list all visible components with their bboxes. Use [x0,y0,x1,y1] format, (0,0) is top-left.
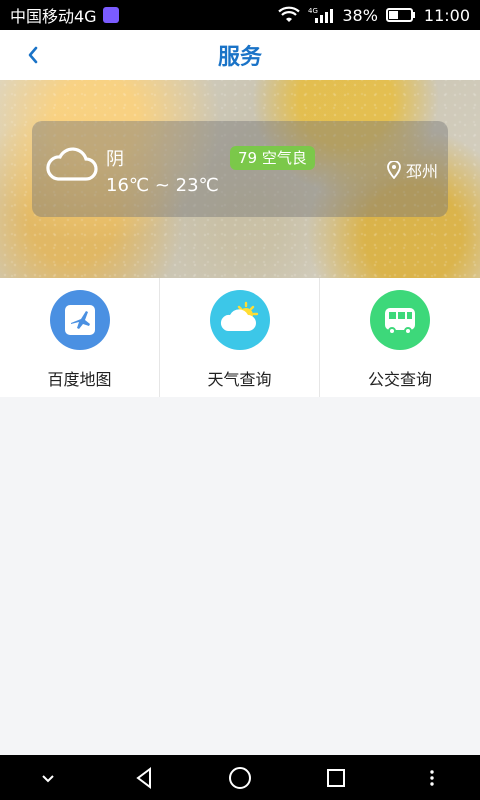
wifi-icon [278,6,301,24]
service-tile-bus[interactable]: 公交查询 [320,278,480,397]
signal-icon: 4G [308,6,334,24]
weather-card[interactable]: 阴 16℃ ~ 23℃ 79 空气良 邳州 [32,121,448,217]
location-pin-icon [387,161,401,179]
service-label: 天气查询 [207,370,272,389]
weather-text: 阴 16℃ ~ 23℃ [106,147,219,199]
bus-icon [385,308,415,335]
recent-square-icon [327,768,345,787]
menu-dots-icon [430,769,434,786]
location-name: 邳州 [405,162,438,181]
down-chevron-icon [42,774,54,782]
system-icons: 4G 38% 11:00 [278,6,470,25]
service-icon-background [209,290,270,350]
nav-menu-button[interactable] [412,763,452,793]
service-grid: 百度地图 天气查询 公交查询 [0,278,480,397]
home-circle-icon [229,766,251,789]
message-notification-icon [102,7,119,23]
service-tile-baidu-map[interactable]: 百度地图 [0,278,160,397]
svg-text:4G: 4G [308,7,318,15]
carrier-area: 中国移动4G [10,3,119,27]
service-label: 百度地图 [47,370,112,389]
top-header: 服务 [0,30,480,80]
back-triangle-icon [136,766,151,789]
nav-back-button[interactable] [124,763,164,793]
service-icon-background [370,290,430,350]
weather-banner: 阴 16℃ ~ 23℃ 79 空气良 邳州 [0,80,480,278]
battery-percentage: 38% [342,5,378,25]
clock-time: 11:00 [423,5,470,25]
cloud-icon [46,147,98,181]
page-title: 服务 [217,45,262,70]
weather-icon [220,301,258,331]
location-display[interactable]: 邳州 [386,158,438,182]
service-icon-background [49,290,110,350]
airplane-icon [64,305,95,335]
carrier-name: 中国移动4G [10,7,97,26]
weather-condition: 阴 [106,149,124,170]
back-button[interactable] [18,40,48,70]
content-empty-area [0,397,480,755]
chevron-left-icon [28,46,38,64]
service-label: 公交查询 [367,370,432,389]
service-tile-weather[interactable]: 天气查询 [160,278,320,397]
status-bar: 中国移动4G 4G 38% 11:00 [0,0,480,30]
nav-home-button[interactable] [220,763,260,793]
android-navigation-bar [0,755,480,800]
temperature-range: 16℃ ~ 23℃ [106,175,219,196]
air-quality-badge: 79 空气良 [230,146,315,170]
battery-icon [385,7,416,23]
nav-recent-button[interactable] [316,763,356,793]
nav-down-button[interactable] [28,763,68,793]
